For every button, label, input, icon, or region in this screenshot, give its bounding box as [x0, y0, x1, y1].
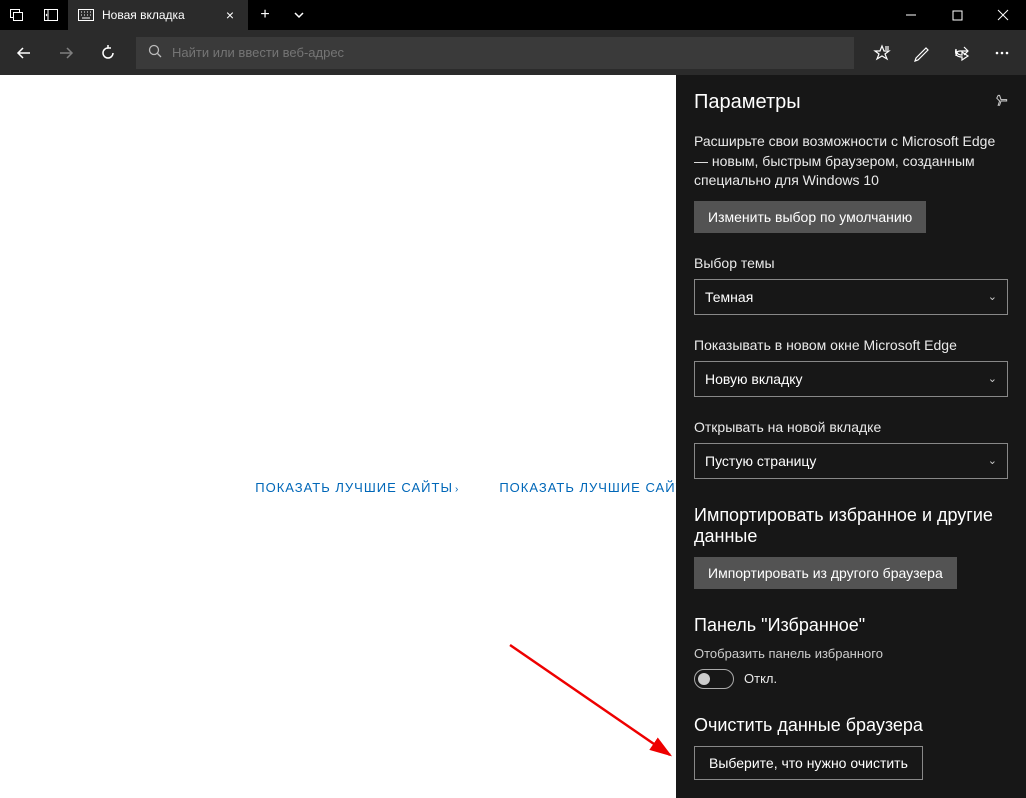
- address-input[interactable]: [172, 45, 842, 60]
- new-tab-button[interactable]: +: [248, 0, 282, 30]
- import-button[interactable]: Импортировать из другого браузера: [694, 557, 957, 589]
- tab-title: Новая вкладка: [102, 8, 214, 22]
- show-top-sites-link[interactable]: ПОКАЗАТЬ ЛУЧШИЕ САЙТЫ›: [255, 480, 459, 495]
- toolbar: [0, 30, 1026, 75]
- new-tab-select[interactable]: Пустую страницу ⌄: [694, 443, 1008, 479]
- favorites-toggle-label: Отобразить панель избранного: [694, 646, 1008, 661]
- clear-data-heading: Очистить данные браузера: [694, 715, 1008, 736]
- close-window-button[interactable]: [980, 0, 1026, 30]
- tabs-aside-icon[interactable]: [34, 0, 68, 30]
- theme-value: Темная: [705, 289, 753, 305]
- chevron-down-icon: ⌄: [988, 454, 997, 467]
- settings-header: Параметры: [694, 91, 1008, 114]
- new-window-label: Показывать в новом окне Microsoft Edge: [694, 337, 1008, 353]
- forward-button[interactable]: [46, 33, 86, 73]
- more-button[interactable]: [982, 33, 1022, 73]
- title-bar: Новая вкладка × +: [0, 0, 1026, 30]
- pin-icon[interactable]: [994, 94, 1008, 111]
- new-window-value: Новую вкладку: [705, 371, 803, 387]
- settings-panel: Параметры Расширьте свои возможности с M…: [676, 75, 1026, 798]
- chevron-down-icon: ⌄: [988, 372, 997, 385]
- chevron-down-icon: ⌄: [988, 290, 997, 303]
- window-controls: [888, 0, 1026, 30]
- import-heading: Импортировать избранное и другие данные: [694, 505, 1008, 547]
- notes-button[interactable]: [902, 33, 942, 73]
- tab-preview-icon[interactable]: [0, 0, 34, 30]
- search-icon: [148, 44, 162, 61]
- chevron-right-icon: ›: [455, 484, 459, 495]
- toggle-knob: [698, 673, 710, 685]
- minimize-button[interactable]: [888, 0, 934, 30]
- favorites-toggle-state: Откл.: [744, 671, 777, 686]
- browser-tab[interactable]: Новая вкладка ×: [68, 0, 248, 30]
- titlebar-left: Новая вкладка × +: [0, 0, 316, 30]
- promo-text: Расширьте свои возможности с Microsoft E…: [694, 132, 1008, 191]
- address-bar[interactable]: [136, 37, 854, 69]
- favorites-button[interactable]: [862, 33, 902, 73]
- keyboard-icon: [78, 7, 94, 23]
- theme-select[interactable]: Темная ⌄: [694, 279, 1008, 315]
- close-tab-icon[interactable]: ×: [222, 7, 238, 23]
- change-default-button[interactable]: Изменить выбор по умолчанию: [694, 201, 926, 233]
- toolbar-right: [862, 33, 1022, 73]
- new-tab-label: Открывать на новой вкладке: [694, 419, 1008, 435]
- new-tab-value: Пустую страницу: [705, 453, 816, 469]
- clear-data-button[interactable]: Выберите, что нужно очистить: [694, 746, 923, 780]
- maximize-button[interactable]: [934, 0, 980, 30]
- theme-label: Выбор темы: [694, 255, 1008, 271]
- favorites-toggle-row: Откл.: [694, 669, 1008, 689]
- refresh-button[interactable]: [88, 33, 128, 73]
- favorites-toggle[interactable]: [694, 669, 734, 689]
- new-window-select[interactable]: Новую вкладку ⌄: [694, 361, 1008, 397]
- share-button[interactable]: [942, 33, 982, 73]
- tab-chevron-icon[interactable]: [282, 0, 316, 30]
- favorites-heading: Панель "Избранное": [694, 615, 1008, 636]
- settings-title: Параметры: [694, 91, 801, 114]
- back-button[interactable]: [4, 33, 44, 73]
